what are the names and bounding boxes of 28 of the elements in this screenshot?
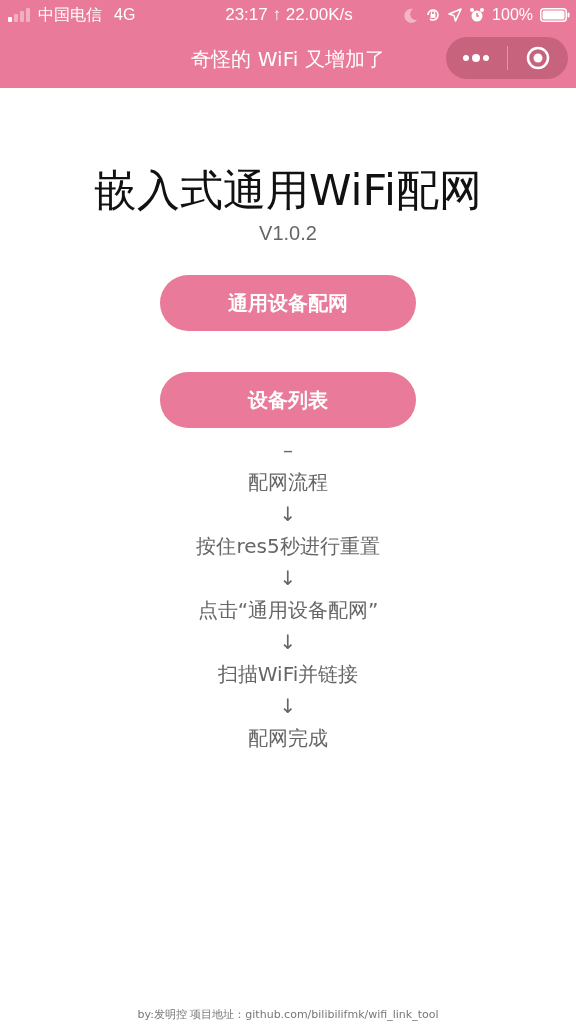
device-list-button[interactable]: 设备列表: [160, 372, 416, 428]
version-label: V1.0.2: [259, 222, 317, 245]
app-title: 嵌入式通用WiFi配网: [93, 164, 483, 217]
carrier-name: 中国电信: [38, 4, 102, 25]
arrow-glyph: ↓: [279, 629, 297, 656]
flow-step: 配网完成: [248, 722, 328, 754]
pair-device-button[interactable]: 通用设备配网: [160, 275, 416, 331]
dash-mark: –: [283, 437, 293, 464]
location-icon: [448, 8, 463, 22]
rotation-lock-icon: [425, 7, 442, 23]
alarm-icon: [469, 7, 486, 23]
arrow-glyph: ↓: [279, 693, 297, 720]
flow-step: 扫描WiFi并链接: [217, 658, 359, 690]
arrow-glyph: ↓: [279, 565, 297, 592]
flow-step: 点击“通用设备配网”: [197, 594, 379, 626]
more-icon: [462, 53, 491, 63]
page-title: 奇怪的 WiFi 又增加了: [191, 45, 385, 73]
footer-text: by:发明控 项目地址：github.com/bilibilifmk/wifi_link_tool: [137, 1007, 439, 1022]
battery-percent: 100%: [492, 6, 533, 24]
battery-icon: [540, 8, 570, 22]
network-type: 4G: [114, 6, 136, 24]
target-icon: [525, 46, 550, 70]
signal-icon: [8, 8, 32, 22]
status-time: 23:17 ↑ 22.00K/s: [225, 5, 353, 25]
flow-step: 配网流程: [248, 466, 328, 498]
arrow-glyph: ↓: [279, 501, 297, 528]
moon-icon: [404, 7, 419, 23]
flow-step: 按住res5秒进行重置: [196, 530, 380, 562]
